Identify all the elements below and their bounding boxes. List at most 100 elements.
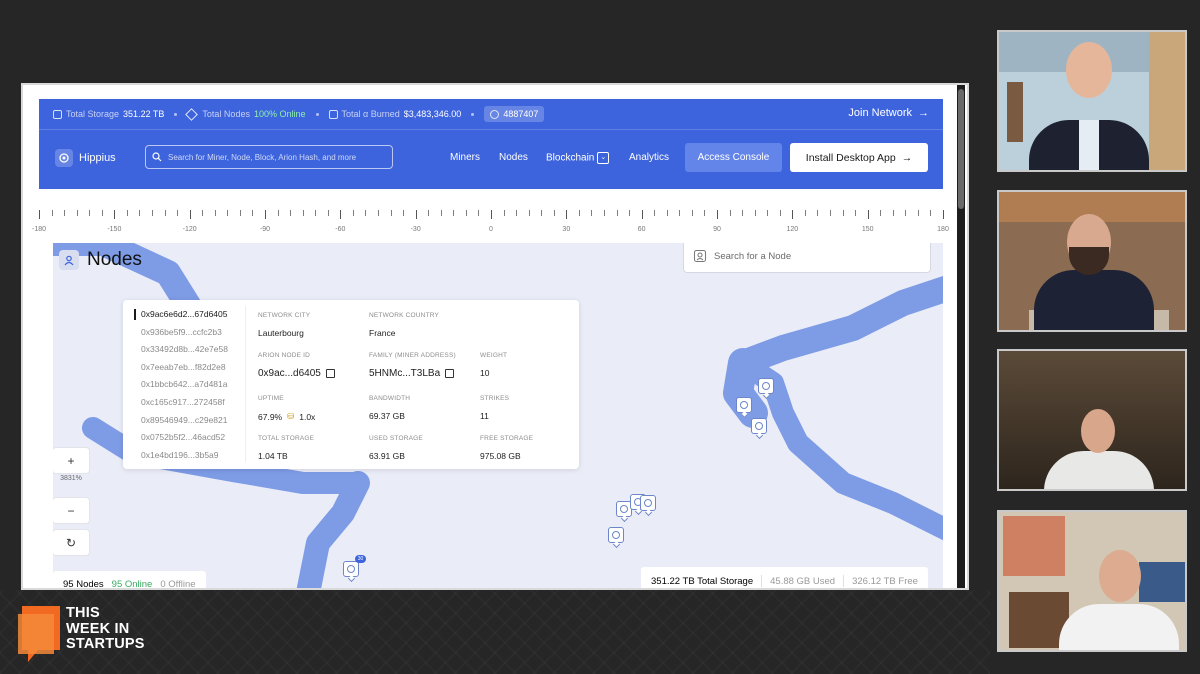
ruler-tick [164,210,166,216]
ruler-tick [892,210,894,216]
cube-icon [490,109,500,119]
free-storage: 326.12 TB Free [852,575,918,587]
node-id-list-item[interactable]: 0x7eeab7eb...f82d2e8 [133,359,245,377]
field-value: 11 [480,411,489,421]
field-network-city: Network City Lauterbourg [258,312,310,338]
site-header: Total Storage 351.22 TB Total Nodes 100%… [39,99,943,189]
global-search-input[interactable]: Search for Miner, Node, Block, Arion Has… [145,145,393,169]
install-desktop-app-button[interactable]: Install Desktop App → [790,143,928,172]
copy-icon[interactable] [325,369,335,378]
video-participant-2[interactable] [997,190,1187,332]
ruler-tick [880,210,882,216]
zoom-level: 3831% [60,475,82,482]
node-search-input[interactable]: Search for a Node [683,243,931,273]
node-id-list-item[interactable]: 0x33492d8b...42e7e58 [133,341,245,359]
node-id-list-item[interactable]: 0xc165c917...272458f [133,394,245,412]
ruler-tick [842,210,844,216]
scrollbar[interactable] [957,85,965,588]
brand-logo[interactable]: Hippius [55,149,116,167]
stat-label: Total Storage [66,109,120,119]
ruler-tick [114,210,116,219]
bolt-icon: ⛁ [287,411,295,421]
node-marker[interactable] [343,561,359,577]
node-marker[interactable] [736,397,752,413]
node-icon [740,401,748,409]
nav-blockchain-label: Blockchain [546,152,595,164]
ruler-tick [553,210,555,216]
node-id-list-item[interactable]: 0x89546949...c29e821 [133,412,245,430]
ruler-tick [202,210,204,216]
ruler-tick [717,210,718,219]
ruler-tick [905,210,907,216]
node-id-list-item[interactable]: 0x1e4bd196...3b5a9 [133,447,245,462]
stat-value: 100% Online [253,109,306,119]
node-id-list-item[interactable]: 0x936be5f9...ccfc2b3 [133,324,245,342]
hippius-logo-icon [55,149,73,167]
field-family: Family (Miner Address) 5HNMc...T3LBa [369,352,456,379]
page-title-text: Nodes [87,249,142,270]
install-label: Install Desktop App [805,151,896,164]
field-value: 5HNMc...T3LBa [369,368,456,379]
field-label: Weight [480,352,508,359]
node-map[interactable]: Nodes Search for a Node + 3831% − ↻ 30 0… [53,243,943,590]
join-network-link[interactable]: Join Network → [848,107,929,119]
video-participant-1[interactable] [997,30,1187,172]
ruler-tick [415,210,417,219]
nav-analytics[interactable]: Analytics [629,152,669,163]
ruler-tick [277,210,279,216]
ruler-label: 150 [861,226,874,233]
block-number: 4887407 [503,109,539,119]
scrollbar-thumb[interactable] [958,89,964,209]
ruler-label: -60 [335,226,346,233]
ruler-tick [578,210,580,216]
node-id-list-item[interactable]: 0x1bbcb642...a7d481a [133,376,245,394]
node-marker[interactable] [608,527,624,543]
reset-view-button[interactable]: ↻ [53,530,89,555]
field-value: 63.91 GB [369,451,405,461]
node-marker[interactable] [640,495,656,511]
ruler-tick [239,210,241,216]
copy-icon[interactable] [445,369,455,378]
stats-bar: Total Storage 351.22 TB Total Nodes 100%… [39,99,943,130]
separator-dot [315,112,319,116]
ruler-label: 180 [937,226,949,233]
ruler-label: -30 [410,226,421,233]
ruler-tick [516,210,518,216]
field-value: 67.9% ⛁ 1.0x [258,411,315,422]
ruler-tick [177,210,179,216]
nav-miners[interactable]: Miners [450,152,480,163]
stat-value: $3,483,346.00 [403,109,462,119]
ruler-tick [792,210,794,219]
field-label: Free Storage [480,435,534,442]
node-marker[interactable] [751,418,767,434]
ruler-tick [767,210,769,216]
node-id-list-item[interactable]: 0x9ac6e6d2...67d6405 [133,306,245,324]
ruler-tick [453,210,455,216]
zoom-in-button[interactable]: + [53,448,89,473]
node-id-list[interactable]: 0x9ac6e6d2...67d6405 0x936be5f9...ccfc2b3… [133,306,246,462]
ruler-tick [126,210,128,216]
ruler-tick [629,210,631,216]
node-icon [644,499,652,507]
uptime-multiplier: 1.0x [299,411,316,422]
node-icon [762,382,770,390]
block-number-badge[interactable]: 4887407 [484,106,545,122]
node-marker[interactable] [758,378,774,394]
family-address: 5HNMc...T3LBa [369,368,441,379]
arion-node-id: 0x9ac...d6405 [258,368,321,379]
ruler-tick [779,210,781,216]
search-placeholder: Search for a Node [714,250,792,262]
video-participant-3[interactable] [997,349,1187,491]
ruler-tick [440,210,442,216]
separator-dot [471,112,475,116]
nav-blockchain[interactable]: Blockchain ⌄ [546,152,610,164]
access-console-button[interactable]: Access Console [685,143,782,172]
zoom-out-button[interactable]: − [53,498,89,523]
online-count: 95 Online [111,578,153,590]
ruler-tick [729,210,731,216]
field-label: Used Storage [369,435,423,442]
video-participant-4[interactable] [997,510,1187,652]
node-id-list-item[interactable]: 0x0752b5f2...46acd52 [133,429,245,447]
nav-nodes[interactable]: Nodes [499,152,528,163]
ruler-label: 90 [713,226,721,233]
